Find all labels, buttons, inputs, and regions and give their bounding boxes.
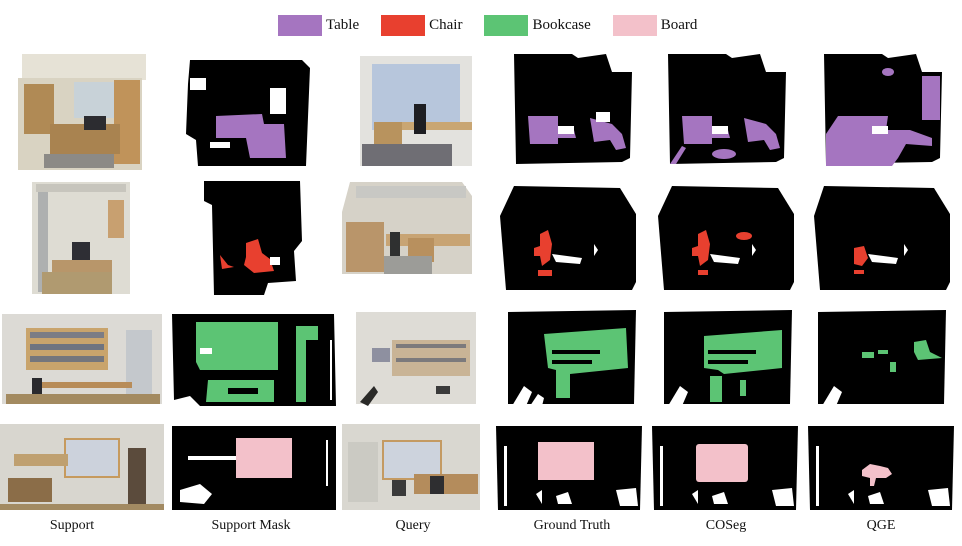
row4-qge-prediction <box>808 420 954 510</box>
legend-swatch-board <box>612 14 657 36</box>
legend-item-board: Board <box>612 14 698 36</box>
row1-qge-prediction <box>822 54 946 170</box>
row3-query-image <box>352 310 476 406</box>
legend-item-chair: Chair <box>381 14 463 36</box>
row2-qge-prediction <box>814 186 952 290</box>
column-label-support-mask: Support Mask <box>211 518 291 533</box>
legend-swatch-table <box>278 14 322 36</box>
row2-query-image <box>340 182 474 276</box>
row2-support-mask <box>204 181 304 297</box>
legend-label: Bookcase <box>532 16 591 33</box>
row4-support-mask <box>170 420 338 510</box>
row2-ground-truth <box>500 186 638 290</box>
row1-ground-truth <box>512 54 636 170</box>
row2-support-image <box>32 180 132 296</box>
row3-qge-prediction <box>818 308 948 406</box>
legend-swatch-bookcase <box>484 14 529 36</box>
row3-coseg-prediction <box>664 308 794 406</box>
legend-item-bookcase: Bookcase <box>484 14 591 36</box>
column-label-qge: QGE <box>866 518 896 533</box>
row3-support-mask <box>170 310 338 406</box>
row4-support-image <box>0 420 164 510</box>
legend-label: Board <box>660 16 698 33</box>
row3-ground-truth <box>508 308 638 406</box>
legend-label: Chair <box>429 16 463 33</box>
column-label-ground-truth: Ground Truth <box>533 518 611 533</box>
row4-coseg-prediction <box>652 420 798 510</box>
row1-query-image <box>356 54 476 170</box>
legend-item-table: Table <box>278 14 360 36</box>
row2-coseg-prediction <box>658 186 796 290</box>
column-label-query: Query <box>395 518 431 533</box>
column-label-support: Support <box>49 518 95 533</box>
legend-swatch-chair <box>381 14 426 36</box>
row4-query-image <box>342 420 480 510</box>
row1-support-image <box>14 54 146 170</box>
column-label-coseg: COSeg <box>705 518 747 533</box>
row1-support-mask <box>182 54 316 170</box>
row1-coseg-prediction <box>666 54 790 170</box>
row3-support-image <box>2 310 162 404</box>
legend-label: Table <box>326 16 360 33</box>
legend: Table Chair Bookcase Board <box>278 12 719 38</box>
row4-ground-truth <box>496 420 642 510</box>
